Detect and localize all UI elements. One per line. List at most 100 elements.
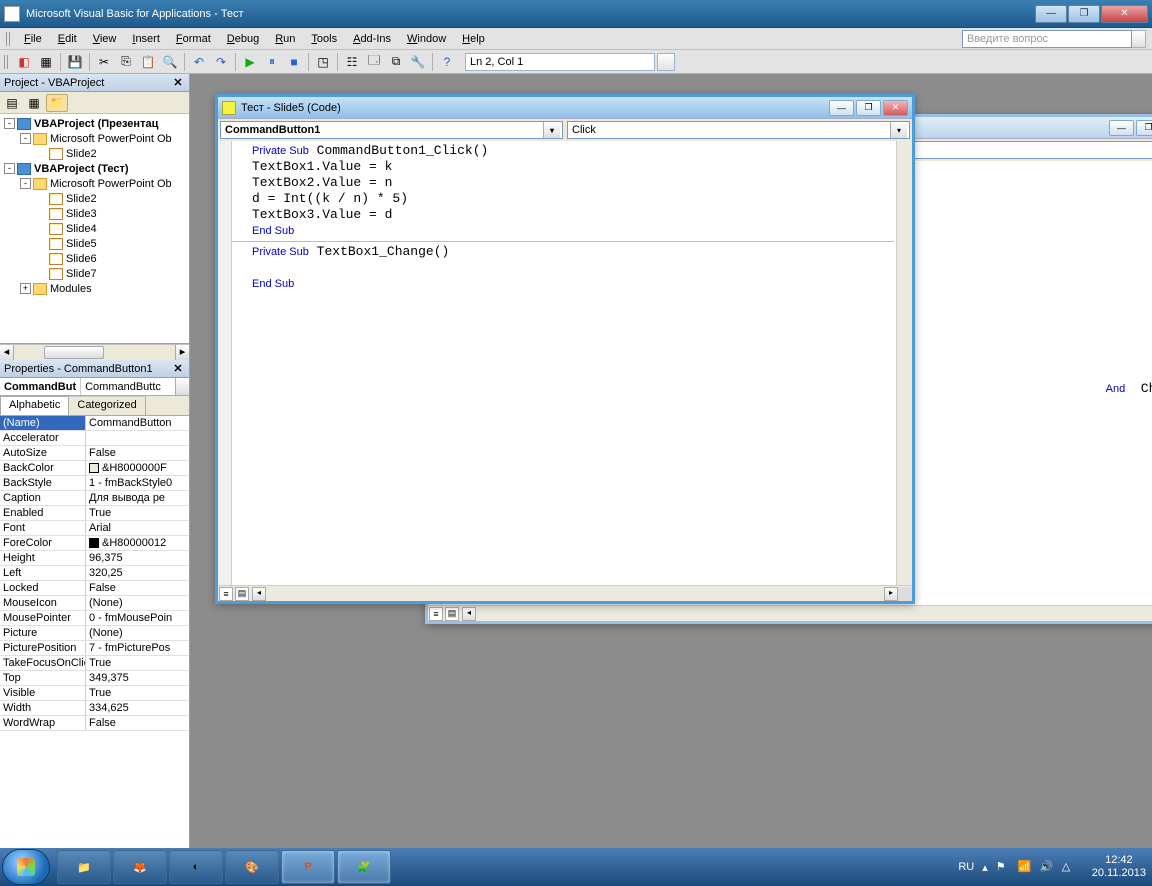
task-app1[interactable]: ◐ xyxy=(169,850,223,884)
code-hscroll-back[interactable]: ≡ ▤ ◂ ▸ xyxy=(428,605,1152,621)
code-area-front[interactable]: Private Sub CommandButton1_Click() TextB… xyxy=(232,141,896,585)
object-dropdown-icon[interactable] xyxy=(175,378,189,395)
tree-node[interactable]: Slide7 xyxy=(2,266,187,281)
start-button[interactable] xyxy=(2,849,50,885)
procedure-view-icon[interactable]: ≡ xyxy=(219,587,233,601)
object-combo[interactable]: CommandButton1 xyxy=(220,121,563,139)
property-row[interactable]: TakeFocusOnClickTrue xyxy=(0,656,189,671)
task-firefox[interactable]: 🦊 xyxy=(113,850,167,884)
toolbox-icon[interactable]: 🔧 xyxy=(408,52,428,72)
menu-format[interactable]: Format xyxy=(168,31,219,47)
find-icon[interactable]: 🔍 xyxy=(160,52,180,72)
ask-question-box[interactable]: Введите вопрос xyxy=(962,30,1132,48)
property-row[interactable]: Width334,625 xyxy=(0,701,189,716)
cw-close-button[interactable]: ✕ xyxy=(883,100,908,116)
menu-view[interactable]: View xyxy=(85,31,125,47)
tree-node[interactable]: Slide5 xyxy=(2,236,187,251)
menu-tools[interactable]: Tools xyxy=(303,31,345,47)
design-mode-icon[interactable]: ◳ xyxy=(313,52,333,72)
procedure-view-icon[interactable]: ≡ xyxy=(429,607,443,621)
property-row[interactable]: CaptionДля вывода ре xyxy=(0,491,189,506)
tray-volume-icon[interactable]: 🔊 xyxy=(1040,860,1054,874)
property-row[interactable]: Left320,25 xyxy=(0,566,189,581)
menu-help[interactable]: Help xyxy=(454,31,493,47)
minimize-button[interactable]: — xyxy=(1035,5,1067,23)
view-code-icon[interactable]: ▤ xyxy=(2,93,22,113)
tree-node[interactable]: Slide4 xyxy=(2,221,187,236)
tray-network-icon[interactable]: 📶 xyxy=(1018,860,1032,874)
menu-file[interactable]: File xyxy=(16,31,50,47)
property-row[interactable]: MousePointer0 - fmMousePoin xyxy=(0,611,189,626)
property-row[interactable]: BackStyle1 - fmBackStyle0 xyxy=(0,476,189,491)
tree-node[interactable]: -Microsoft PowerPoint Ob xyxy=(2,176,187,191)
task-powerpoint[interactable]: P xyxy=(281,850,335,884)
code-hscroll[interactable]: ≡ ▤ ◂ ▸ xyxy=(218,585,912,601)
full-module-view-icon[interactable]: ▤ xyxy=(235,587,249,601)
code-vscroll[interactable] xyxy=(896,141,912,585)
task-explorer[interactable]: 📁 xyxy=(57,850,111,884)
save-icon[interactable]: 💾 xyxy=(65,52,85,72)
insert-module-icon[interactable]: ▦ xyxy=(36,52,56,72)
toggle-folders-icon[interactable]: 📁 xyxy=(46,94,68,112)
copy-icon[interactable]: ⎘ xyxy=(116,52,136,72)
view-powerpoint-icon[interactable]: ◧ xyxy=(14,52,34,72)
paste-icon[interactable]: 📋 xyxy=(138,52,158,72)
tree-node[interactable]: +Modules xyxy=(2,281,187,296)
reset-icon[interactable]: ■ xyxy=(284,52,304,72)
property-row[interactable]: Accelerator xyxy=(0,431,189,446)
undo-icon[interactable]: ↶ xyxy=(189,52,209,72)
tree-node[interactable]: -VBAProject (Презентац xyxy=(2,116,187,131)
property-row[interactable]: (Name)CommandButton xyxy=(0,416,189,431)
properties-grid[interactable]: (Name)CommandButtonAcceleratorAutoSizeFa… xyxy=(0,416,189,848)
object-selector[interactable]: CommandBut CommandButtc xyxy=(0,378,189,396)
object-browser-icon[interactable]: ⧉ xyxy=(386,52,406,72)
full-module-view-icon[interactable]: ▤ xyxy=(445,607,459,621)
task-vba[interactable]: 🧩 xyxy=(337,850,391,884)
properties-panel-close-icon[interactable]: ✕ xyxy=(171,362,185,376)
property-row[interactable]: WordWrapFalse xyxy=(0,716,189,731)
menubar-grip[interactable] xyxy=(6,32,12,46)
project-tree[interactable]: -VBAProject (Презентац-Microsoft PowerPo… xyxy=(0,114,189,344)
toolbar-handle[interactable] xyxy=(657,53,675,71)
properties-icon[interactable]: 🗔 xyxy=(364,52,384,72)
menu-insert[interactable]: Insert xyxy=(124,31,168,47)
tray-lang[interactable]: RU xyxy=(958,861,974,873)
property-row[interactable]: MouseIcon(None) xyxy=(0,596,189,611)
tree-node[interactable]: -Microsoft PowerPoint Ob xyxy=(2,131,187,146)
property-row[interactable]: LockedFalse xyxy=(0,581,189,596)
property-row[interactable]: EnabledTrue xyxy=(0,506,189,521)
project-panel-close-icon[interactable]: ✕ xyxy=(171,76,185,90)
view-object-icon[interactable]: ▦ xyxy=(24,93,44,113)
tray-drive-icon[interactable]: △ xyxy=(1062,860,1076,874)
menu-edit[interactable]: Edit xyxy=(50,31,85,47)
cw-minimize-button[interactable]: — xyxy=(829,100,854,116)
tree-node[interactable]: Slide3 xyxy=(2,206,187,221)
menu-add-ins[interactable]: Add-Ins xyxy=(345,31,399,47)
property-row[interactable]: FontArial xyxy=(0,521,189,536)
break-icon[interactable]: ⏸ xyxy=(262,52,282,72)
menu-debug[interactable]: Debug xyxy=(219,31,267,47)
property-row[interactable]: Top349,375 xyxy=(0,671,189,686)
menu-window[interactable]: Window xyxy=(399,31,454,47)
tab-categorized[interactable]: Categorized xyxy=(68,396,145,415)
tree-node[interactable]: Slide6 xyxy=(2,251,187,266)
menu-run[interactable]: Run xyxy=(267,31,303,47)
property-row[interactable]: BackColor&H8000000F xyxy=(0,461,189,476)
redo-icon[interactable]: ↷ xyxy=(211,52,231,72)
task-paint[interactable]: 🎨 xyxy=(225,850,279,884)
help-icon[interactable]: ? xyxy=(437,52,457,72)
property-row[interactable]: VisibleTrue xyxy=(0,686,189,701)
maximize-button[interactable]: ❐ xyxy=(1068,5,1100,23)
code-window-front-title[interactable]: Тест - Slide5 (Code) — ❐ ✕ xyxy=(218,97,912,119)
ask-question-dropdown[interactable] xyxy=(1132,30,1146,48)
tree-node[interactable]: Slide2 xyxy=(2,191,187,206)
tab-alphabetic[interactable]: Alphabetic xyxy=(0,396,69,415)
cw-minimize-button[interactable]: — xyxy=(1109,120,1134,136)
property-row[interactable]: Height96,375 xyxy=(0,551,189,566)
project-explorer-icon[interactable]: ☷ xyxy=(342,52,362,72)
property-row[interactable]: PicturePosition7 - fmPicturePos xyxy=(0,641,189,656)
close-button[interactable]: ✕ xyxy=(1101,5,1148,23)
property-row[interactable]: AutoSizeFalse xyxy=(0,446,189,461)
project-tree-hscroll[interactable]: ◂ ▸ xyxy=(0,344,189,360)
cut-icon[interactable]: ✂ xyxy=(94,52,114,72)
